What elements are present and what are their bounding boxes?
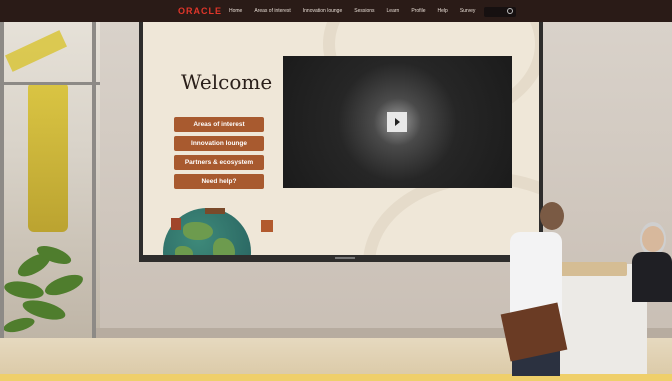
nav-help[interactable]: Help xyxy=(438,8,448,14)
receptionist-head xyxy=(642,226,664,252)
screen-content: Welcome Areas of interest Innovation lou… xyxy=(143,22,539,255)
search-icon[interactable] xyxy=(507,8,513,14)
areas-of-interest-button[interactable]: Areas of interest xyxy=(174,117,264,132)
search-input[interactable] xyxy=(484,7,516,17)
robot-base-image xyxy=(28,82,68,232)
need-help-button[interactable]: Need help? xyxy=(174,174,264,189)
welcome-heading: Welcome xyxy=(181,70,273,94)
illustration-icons xyxy=(171,208,273,232)
globe-land xyxy=(175,246,193,255)
robot-arm-image xyxy=(5,30,67,72)
reception-desk-top xyxy=(555,262,627,276)
video-player[interactable] xyxy=(283,56,512,188)
top-navigation: ORACLE Home Areas of interest Innovation… xyxy=(0,0,672,22)
innovation-lounge-button[interactable]: Innovation lounge xyxy=(174,136,264,151)
nav-survey[interactable]: Survey xyxy=(460,8,476,14)
nav-areas-of-interest[interactable]: Areas of interest xyxy=(254,8,290,14)
nav-menu: Home Areas of interest Innovation lounge… xyxy=(229,8,487,14)
nav-sessions[interactable]: Sessions xyxy=(354,8,374,14)
nav-learn[interactable]: Learn xyxy=(387,8,400,14)
plant-image xyxy=(4,245,83,333)
nav-innovation-lounge[interactable]: Innovation lounge xyxy=(303,8,342,14)
display-screen: Welcome Areas of interest Innovation lou… xyxy=(139,18,543,262)
visitor-head xyxy=(540,202,564,230)
window-frame xyxy=(0,82,100,85)
partners-ecosystem-button[interactable]: Partners & ecosystem xyxy=(174,155,264,170)
oracle-logo[interactable]: ORACLE xyxy=(178,6,222,16)
nav-profile[interactable]: Profile xyxy=(411,8,425,14)
receptionist-figure xyxy=(632,252,672,302)
screen-indicator xyxy=(335,257,355,259)
play-icon[interactable] xyxy=(387,112,407,132)
nav-home[interactable]: Home xyxy=(229,8,242,14)
footer-bar xyxy=(0,374,672,381)
